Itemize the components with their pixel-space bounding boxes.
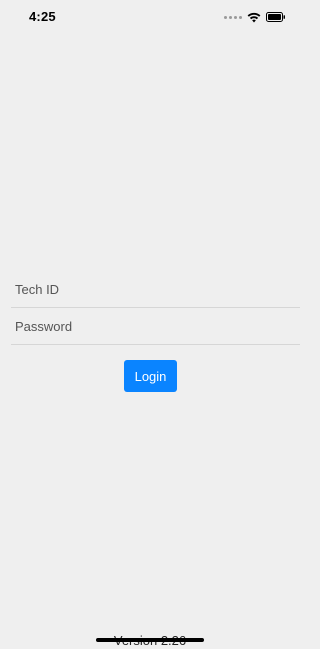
battery-icon bbox=[266, 12, 286, 22]
tech-id-field-row bbox=[11, 272, 300, 308]
signal-dots-icon bbox=[224, 15, 242, 19]
status-icons bbox=[224, 11, 286, 23]
status-time: 4:25 bbox=[29, 9, 56, 24]
password-field-row bbox=[11, 309, 300, 345]
home-indicator[interactable] bbox=[96, 638, 204, 642]
wifi-icon bbox=[247, 12, 261, 23]
login-button[interactable]: Login bbox=[124, 360, 177, 392]
status-bar: 4:25 bbox=[0, 0, 300, 34]
tech-id-input[interactable] bbox=[15, 272, 285, 307]
password-input[interactable] bbox=[15, 309, 285, 344]
